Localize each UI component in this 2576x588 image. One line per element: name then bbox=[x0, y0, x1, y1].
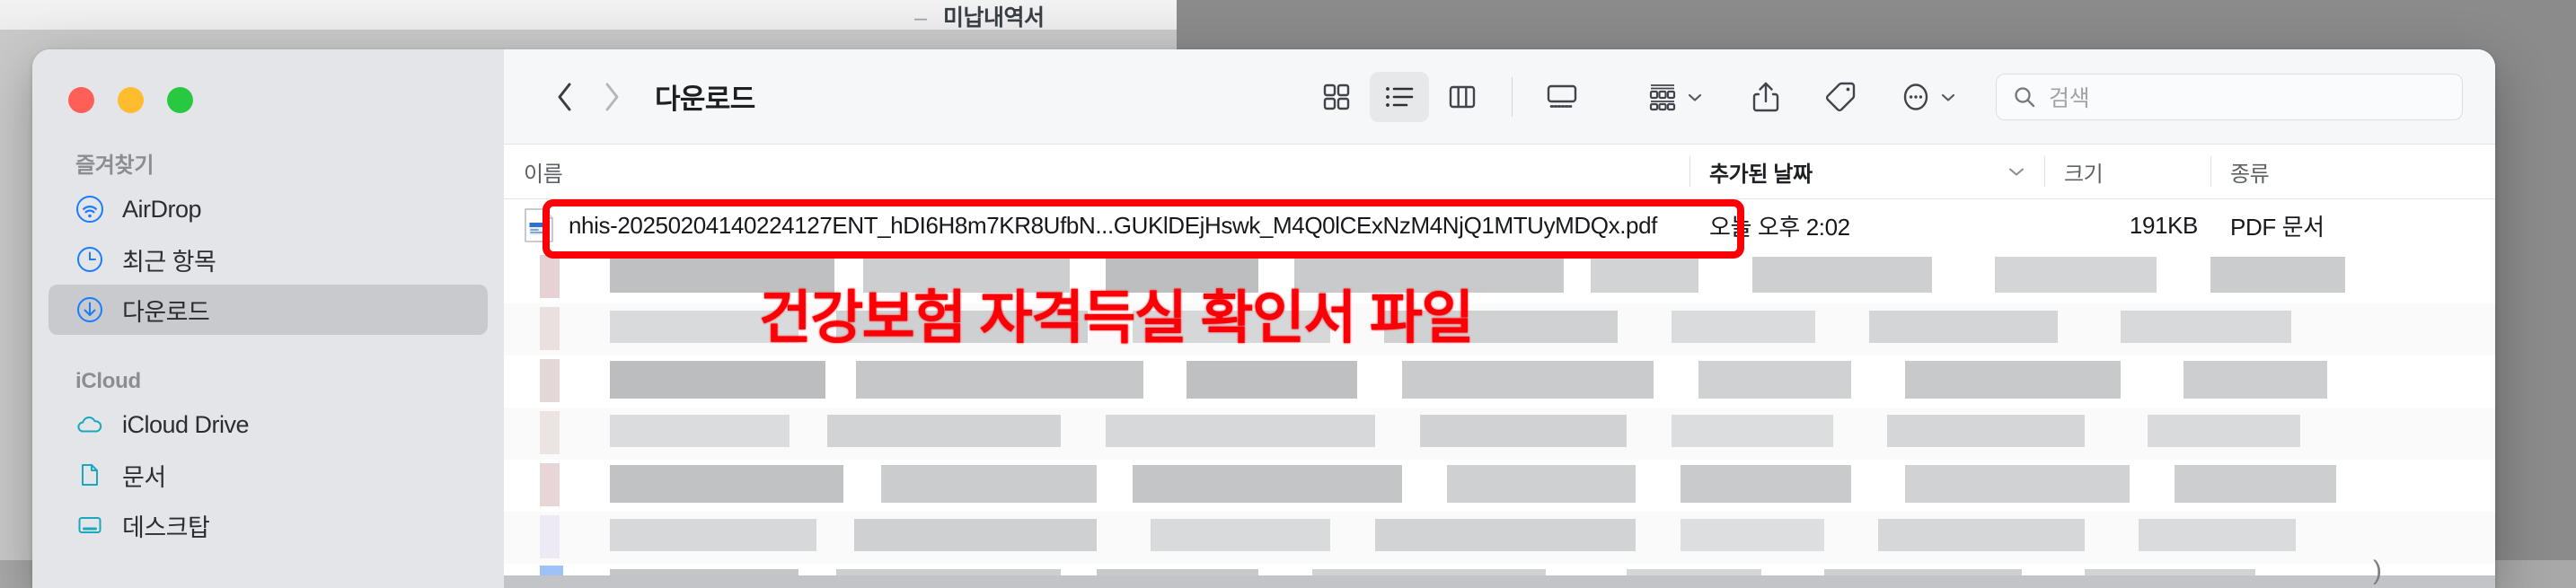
forward-button[interactable] bbox=[588, 74, 635, 120]
tag-button[interactable] bbox=[1816, 72, 1865, 122]
file-kind-cell: PDF 문서 bbox=[2210, 209, 2426, 242]
column-header-size[interactable]: 크기 bbox=[2044, 144, 2210, 199]
file-date-added-cell: 오늘 오후 2:02 bbox=[1689, 209, 2044, 242]
sidebar-item-label: 최근 항목 bbox=[122, 242, 216, 277]
sidebar-item-label: iCloud Drive bbox=[122, 411, 249, 439]
footer-paren-mark: ) bbox=[2373, 556, 2382, 586]
sidebar-item-label: 문서 bbox=[122, 458, 166, 493]
column-header-name-label: 이름 bbox=[524, 156, 562, 188]
chevron-down-icon bbox=[1940, 92, 1956, 102]
group-by-icon bbox=[1645, 80, 1680, 114]
sidebar-item-airdrop[interactable]: AirDrop bbox=[49, 184, 488, 234]
sidebar-item-label: 데스크탑 bbox=[122, 508, 209, 543]
column-header-kind-label: 종류 bbox=[2230, 156, 2269, 188]
toolbar-divider bbox=[1512, 77, 1513, 117]
sidebar-item-downloads[interactable]: 다운로드 bbox=[49, 285, 488, 335]
column-header-kind[interactable]: 종류 bbox=[2210, 144, 2426, 199]
column-header-name[interactable]: 이름 bbox=[504, 144, 1689, 199]
table-row[interactable]: nhis-20250204140224127ENT_hDI6H8m7KR8Ufb… bbox=[504, 199, 2495, 251]
sidebar-item-documents[interactable]: 문서 bbox=[49, 450, 488, 500]
view-mode-segmented-control bbox=[1307, 72, 1592, 122]
minimize-button[interactable] bbox=[118, 87, 144, 113]
finder-toolbar: 다운로드 bbox=[504, 49, 2495, 144]
sidebar-group-title-icloud: iCloud bbox=[32, 335, 504, 399]
columns-icon bbox=[1447, 82, 1478, 112]
tag-icon bbox=[1823, 80, 1857, 114]
pdf-file-icon bbox=[524, 207, 554, 243]
window-bottom-edge bbox=[504, 575, 2495, 588]
sidebar-group-title-favorites: 즐겨찾기 bbox=[32, 113, 504, 184]
sidebar-item-recents[interactable]: 최근 항목 bbox=[49, 234, 488, 285]
redacted-row[interactable] bbox=[504, 355, 2495, 408]
share-button[interactable] bbox=[1742, 72, 1789, 122]
annotation-caption: 건강보험 자격득실 확인서 파일 bbox=[759, 272, 1473, 355]
close-button[interactable] bbox=[68, 87, 94, 113]
sidebar-item-icloud-drive[interactable]: iCloud Drive bbox=[49, 399, 488, 450]
redacted-row[interactable] bbox=[504, 408, 2495, 460]
ellipsis-circle-icon bbox=[1899, 80, 1933, 114]
search-field[interactable]: 검색 bbox=[1996, 74, 2463, 120]
gallery-view-button[interactable] bbox=[1532, 72, 1592, 122]
airdrop-icon bbox=[75, 195, 104, 224]
search-placeholder: 검색 bbox=[2049, 81, 2089, 113]
sidebar-item-desktop[interactable]: 데스크탑 bbox=[49, 500, 488, 550]
back-button[interactable] bbox=[542, 74, 588, 120]
column-header-date-added-label: 추가된 날짜 bbox=[1709, 156, 1813, 188]
sidebar-item-label: 다운로드 bbox=[122, 293, 209, 328]
gallery-icon bbox=[1546, 82, 1578, 112]
finder-sidebar: 즐겨찾기 AirDrop 최근 항목 bbox=[32, 49, 504, 588]
column-header-date-added[interactable]: 추가된 날짜 bbox=[1689, 144, 2044, 199]
chevron-right-icon bbox=[603, 82, 621, 112]
more-actions-button[interactable] bbox=[1892, 72, 1963, 122]
window-traffic-lights bbox=[32, 49, 504, 113]
redacted-row[interactable] bbox=[504, 512, 2495, 564]
column-view-button[interactable] bbox=[1433, 72, 1492, 122]
file-name-label: nhis-20250204140224127ENT_hDI6H8m7KR8Ufb… bbox=[569, 212, 1657, 240]
search-icon bbox=[2013, 85, 2036, 109]
file-size-cell: 191KB bbox=[2044, 212, 2210, 240]
icon-view-button[interactable] bbox=[1307, 72, 1366, 122]
redacted-row[interactable] bbox=[504, 460, 2495, 512]
file-list: nhis-20250204140224127ENT_hDI6H8m7KR8Ufb… bbox=[504, 199, 2495, 588]
column-header-size-label: 크기 bbox=[2064, 156, 2103, 188]
list-icon bbox=[1383, 82, 1416, 112]
file-name-cell: nhis-20250204140224127ENT_hDI6H8m7KR8Ufb… bbox=[504, 207, 1689, 243]
sort-chevron-down-icon bbox=[2007, 165, 2026, 178]
list-view-button[interactable] bbox=[1370, 72, 1429, 122]
sidebar-item-label: AirDrop bbox=[122, 196, 201, 224]
breadcrumb: 다운로드 bbox=[655, 76, 755, 117]
chevron-down-icon bbox=[1687, 92, 1703, 102]
group-by-button[interactable] bbox=[1638, 72, 1710, 122]
share-icon bbox=[1750, 80, 1782, 114]
desktop-icon bbox=[75, 511, 104, 540]
file-list-column-headers: 이름 추가된 날짜 크기 종류 bbox=[504, 144, 2495, 199]
chevron-left-icon bbox=[556, 82, 574, 112]
cloud-icon bbox=[75, 410, 104, 439]
zoom-button[interactable] bbox=[167, 87, 193, 113]
grid-icon bbox=[1321, 82, 1352, 112]
document-icon bbox=[75, 461, 104, 489]
clock-icon bbox=[75, 245, 104, 274]
download-icon bbox=[75, 295, 104, 324]
